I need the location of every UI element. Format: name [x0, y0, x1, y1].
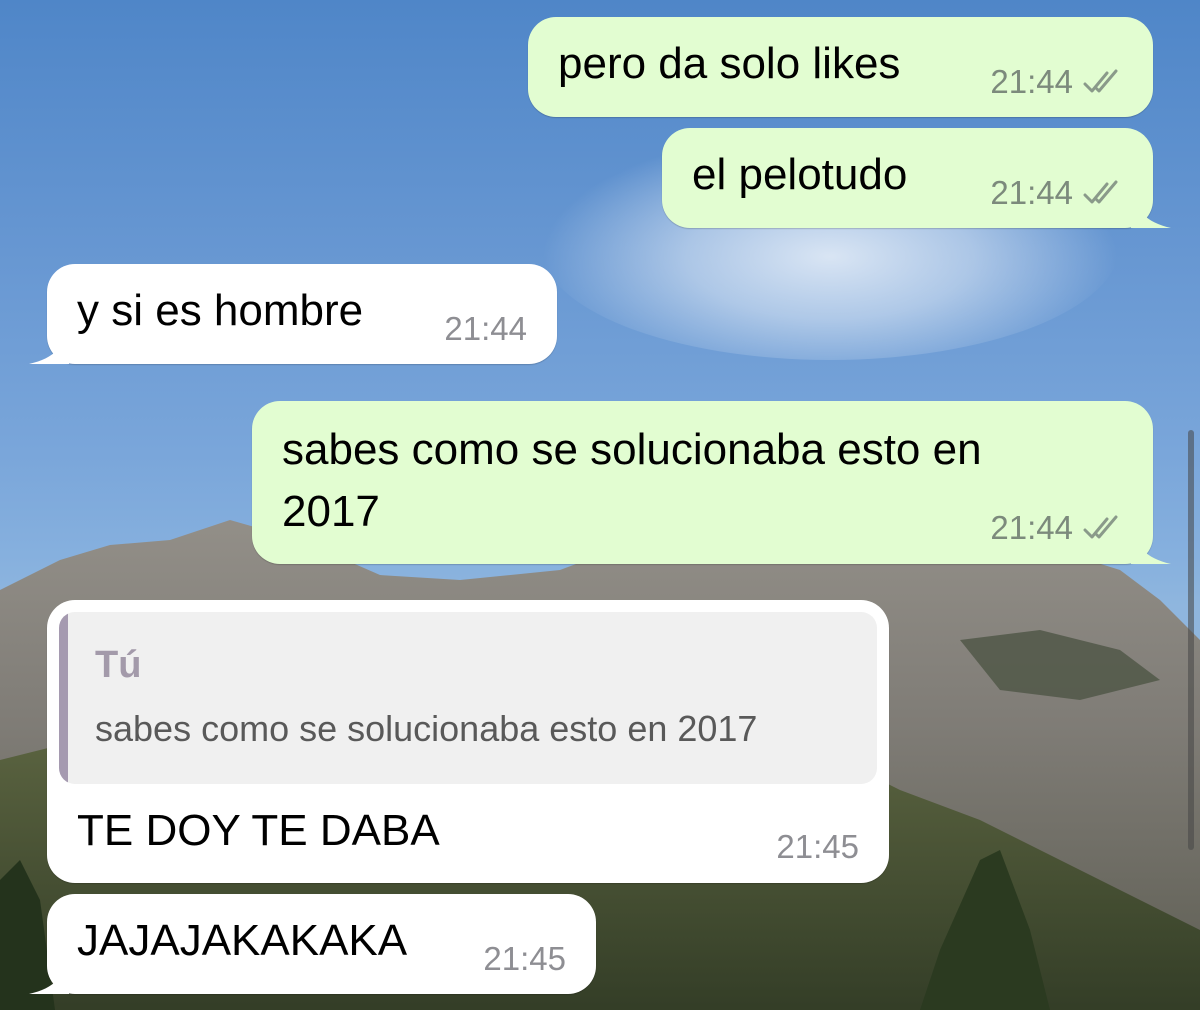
quoted-message[interactable]: Tú sabes como se solucionaba esto en 201… — [59, 612, 877, 784]
message-text-line-2: 2017 — [282, 487, 380, 536]
double-check-icon — [1083, 515, 1118, 539]
quote-text: sabes como se solucionaba esto en 2017 — [95, 708, 758, 749]
message-text: y si es hombre — [77, 286, 364, 335]
quote-bar — [59, 612, 68, 784]
message-bubble-outgoing[interactable]: pero da solo likes 21:44 — [528, 17, 1153, 117]
chat-view: pero da solo likes 21:44 el pelotudo 21:… — [0, 0, 1200, 1010]
message-bubble-incoming[interactable]: JAJAJAKAKAKA 21:45 — [29, 894, 596, 994]
message-bubble-incoming-reply[interactable]: Tú sabes como se solucionaba esto en 201… — [47, 600, 889, 883]
message-time: 21:44 — [444, 310, 527, 347]
bubble-tail — [29, 324, 69, 364]
double-check-icon — [1083, 180, 1118, 204]
message-meta: 21:44 — [990, 174, 1125, 212]
message-meta: 21:44 — [444, 310, 527, 348]
message-meta: 21:44 — [990, 63, 1125, 101]
message-text: JAJAJAKAKAKA — [77, 916, 408, 965]
message-meta: 21:45 — [483, 940, 566, 978]
message-bubble-outgoing[interactable]: sabes como se solucionaba esto en 2017 2… — [252, 401, 1171, 564]
message-time: 21:45 — [776, 828, 859, 865]
message-meta: 21:45 — [776, 828, 859, 866]
message-time: 21:44 — [990, 509, 1073, 546]
bubble-tail — [1131, 188, 1171, 228]
bubble-tail — [29, 954, 69, 994]
double-check-icon — [1083, 69, 1118, 93]
message-time: 21:44 — [990, 174, 1073, 211]
message-time: 21:45 — [483, 940, 566, 977]
message-time: 21:44 — [990, 63, 1073, 100]
message-text-line-1: sabes como se solucionaba esto en — [282, 425, 982, 474]
message-bubble-incoming[interactable]: y si es hombre 21:44 — [29, 264, 557, 364]
quote-author: Tú — [95, 644, 142, 686]
message-text: el pelotudo — [692, 150, 908, 199]
message-meta: 21:44 — [990, 509, 1125, 547]
scrollbar[interactable] — [1188, 430, 1194, 850]
message-bubble-outgoing[interactable]: el pelotudo 21:44 — [662, 128, 1171, 228]
message-text: pero da solo likes — [558, 39, 901, 88]
message-text: TE DOY TE DABA — [77, 806, 440, 855]
bubble-tail — [1131, 524, 1171, 564]
